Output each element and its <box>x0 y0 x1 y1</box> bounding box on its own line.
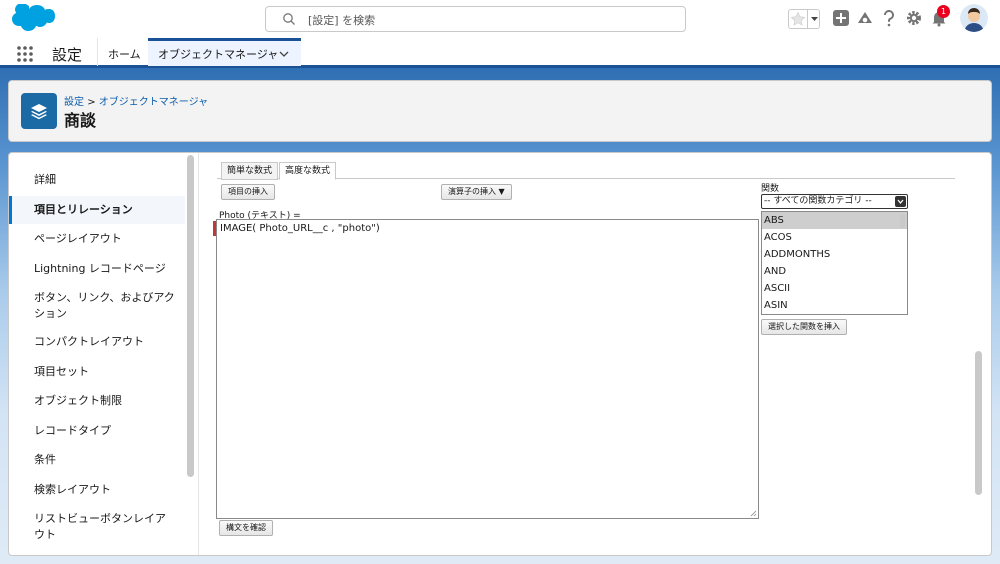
insert-operator-label: 演算子の挿入 <box>448 187 496 196</box>
notification-badge: 1 <box>937 5 950 18</box>
app-name: 設定 <box>52 46 83 64</box>
function-list[interactable]: ABS ACOS ADDMONTHS AND ASCII ASIN <box>761 211 908 315</box>
insert-operator-button[interactable]: 演算子の挿入 ▼ <box>441 184 512 200</box>
sidebar-item-conditions[interactable]: 条件 <box>9 452 185 468</box>
search-icon <box>283 13 295 25</box>
tab-home[interactable]: ホーム <box>108 46 141 62</box>
gear-icon[interactable] <box>905 9 923 27</box>
search-box[interactable]: [設定] を検索 <box>265 6 686 32</box>
main-scrollbar[interactable] <box>975 351 982 495</box>
sidebar-item-page-layouts[interactable]: ページレイアウト <box>9 231 185 247</box>
divider <box>97 38 98 66</box>
page-title: 商談 <box>64 111 97 130</box>
function-list-scrollbar[interactable] <box>900 214 905 228</box>
app-launcher-icon[interactable] <box>16 45 34 63</box>
sidebar-item-compact-layouts[interactable]: コンパクトレイアウト <box>9 334 185 350</box>
tab-object-manager-label: オブジェクトマネージャ <box>158 48 279 61</box>
insert-selected-function-button[interactable]: 選択した関数を挿入 <box>761 319 847 335</box>
sidebar-item-object-limits[interactable]: オブジェクト制限 <box>9 393 185 409</box>
sidebar-item-details[interactable]: 詳細 <box>9 172 185 188</box>
trailhead-icon[interactable] <box>856 9 874 27</box>
breadcrumb-object-manager-link[interactable]: オブジェクトマネージャ <box>99 97 208 108</box>
sidebar-item-record-types[interactable]: レコードタイプ <box>9 423 185 439</box>
breadcrumb: 設定 > オブジェクトマネージャ <box>64 93 208 108</box>
function-item-ascii[interactable]: ASCII <box>762 280 907 297</box>
sidebar-item-fields-relationships[interactable]: 項目とリレーション <box>9 196 185 224</box>
tab-object-manager[interactable]: オブジェクトマネージャ <box>148 38 301 66</box>
avatar[interactable] <box>960 4 988 32</box>
salesforce-logo-icon[interactable] <box>11 4 55 34</box>
favorites-button[interactable] <box>788 9 820 29</box>
caret-down-icon <box>811 17 818 21</box>
tab-simple-formula[interactable]: 簡単な数式 <box>221 162 279 180</box>
function-item-asin[interactable]: ASIN <box>762 297 907 314</box>
sidebar-item-field-sets[interactable]: 項目セット <box>9 364 185 380</box>
required-indicator <box>213 221 216 236</box>
favorites-dropdown[interactable] <box>807 10 820 28</box>
page-header: 設定 > オブジェクトマネージャ 商談 <box>8 80 992 142</box>
functions-label: 関数 <box>761 184 780 194</box>
resize-handle-icon[interactable] <box>749 509 757 517</box>
tab-advanced-formula[interactable]: 高度な数式 <box>279 162 337 180</box>
formula-text: IMAGE( Photo_URL__c , "photo") <box>220 223 380 234</box>
sidebar: 詳細 項目とリレーション ページレイアウト Lightning レコードページ … <box>9 153 199 555</box>
star-icon <box>790 11 806 26</box>
global-create-icon[interactable] <box>832 9 850 27</box>
global-header: [設定] を検索 1 <box>0 0 1000 38</box>
sidebar-scrollbar[interactable] <box>187 155 194 477</box>
function-category-value: -- すべての関数カテゴリ -- <box>764 196 872 206</box>
help-icon[interactable] <box>880 9 898 27</box>
chevron-down-icon[interactable] <box>279 49 289 59</box>
function-category-select[interactable]: -- すべての関数カテゴリ -- <box>761 194 908 209</box>
object-manager-layers-icon <box>21 93 57 129</box>
sidebar-item-list-view-button-layout[interactable]: リストビューボタンレイア <box>9 511 185 527</box>
content-card: 詳細 項目とリレーション ページレイアウト Lightning レコードページ … <box>8 152 992 556</box>
function-item-and[interactable]: AND <box>762 263 907 280</box>
sidebar-item-search-layouts[interactable]: 検索レイアウト <box>9 482 185 498</box>
insert-field-button[interactable]: 項目の挿入 <box>221 184 275 200</box>
caret-down-icon: ▼ <box>498 187 505 196</box>
formula-editor[interactable]: IMAGE( Photo_URL__c , "photo") <box>213 219 759 519</box>
search-placeholder: [設定] を検索 <box>308 14 376 27</box>
sidebar-item-list-view-button-layout-cont[interactable]: ウト <box>9 527 185 543</box>
chevron-down-icon <box>895 196 906 207</box>
check-syntax-button[interactable]: 構文を確認 <box>219 520 273 536</box>
context-bar: 設定 ホーム オブジェクトマネージャ <box>0 38 1000 68</box>
sidebar-item-buttons-links-actions-cont[interactable]: ション <box>9 306 185 322</box>
sidebar-item-lightning-record-pages[interactable]: Lightning レコードページ <box>9 261 185 277</box>
function-item-acos[interactable]: ACOS <box>762 229 907 246</box>
function-item-addmonths[interactable]: ADDMONTHS <box>762 246 907 263</box>
sidebar-item-buttons-links-actions[interactable]: ボタン、リンク、およびアク <box>9 290 185 306</box>
function-item-abs[interactable]: ABS <box>762 212 907 229</box>
